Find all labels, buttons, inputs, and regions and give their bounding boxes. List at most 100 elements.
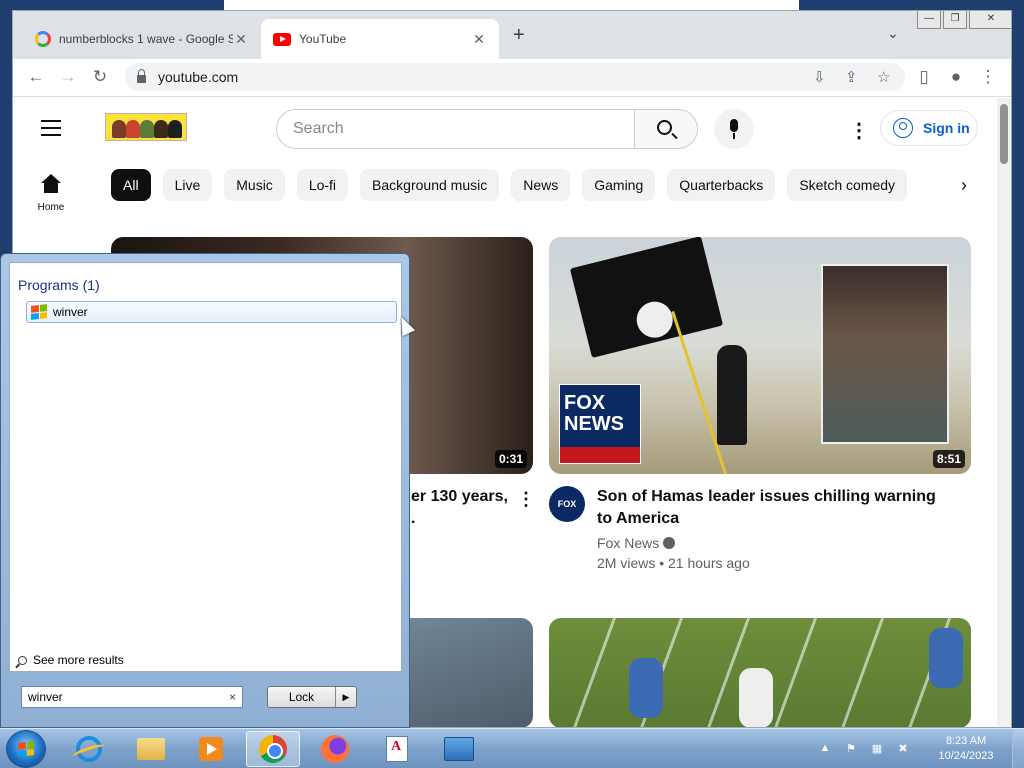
clock[interactable]: 8:23 AM 10/24/2023 xyxy=(920,734,1012,764)
video-thumbnail[interactable]: FOX NEWS 8:51 xyxy=(549,237,971,474)
windows-icon xyxy=(18,741,34,757)
channel-name-label: Fox News xyxy=(597,535,660,551)
tab-search-chevron-icon[interactable]: ⌄ xyxy=(887,25,899,42)
youtube-icon xyxy=(273,32,291,46)
video-thumbnail[interactable] xyxy=(549,618,971,727)
lock-icon xyxy=(137,69,146,83)
chip-news[interactable]: News xyxy=(511,169,571,201)
chrome-menu-icon[interactable]: ⋮ xyxy=(977,67,999,87)
chevron-right-icon[interactable]: › xyxy=(961,175,967,196)
video-menu-icon[interactable]: ⋮ xyxy=(517,489,535,510)
bookmark-star-icon[interactable]: ☆ xyxy=(877,68,890,86)
firefox-icon xyxy=(321,735,349,763)
media-player-icon xyxy=(199,737,223,761)
video-title-line2: . xyxy=(411,510,416,527)
taskbar-firefox[interactable] xyxy=(308,731,362,767)
volume-muted-icon[interactable]: ✖ xyxy=(894,742,912,756)
start-button[interactable] xyxy=(6,730,46,768)
tab-close-icon[interactable]: ✕ xyxy=(233,31,249,48)
tab-title: numberblocks 1 wave - Google S xyxy=(59,32,233,46)
tab-google-search[interactable]: numberblocks 1 wave - Google S ✕ xyxy=(23,19,261,59)
show-desktop-button[interactable] xyxy=(1012,729,1024,768)
fox-news-logo: FOX NEWS xyxy=(559,384,641,464)
control-panel-icon xyxy=(444,737,474,761)
video-title[interactable]: er 130 years, xyxy=(411,486,521,508)
sidebar-item-home[interactable]: Home xyxy=(31,174,71,213)
clock-date: 10/24/2023 xyxy=(938,750,994,762)
see-more-label: See more results xyxy=(33,653,124,667)
taskbar: ▲ ⚑ ▦ ✖ 8:23 AM 10/24/2023 xyxy=(0,728,1024,768)
clock-time: 8:23 AM xyxy=(945,735,987,747)
start-search-input[interactable]: winver × xyxy=(21,686,243,708)
show-hidden-icons-arrow[interactable]: ▲ xyxy=(816,742,834,756)
chip-sketch-comedy[interactable]: Sketch comedy xyxy=(787,169,908,201)
tab-title: YouTube xyxy=(299,32,347,46)
inset-portrait xyxy=(821,264,949,444)
search-input[interactable]: Search xyxy=(276,109,635,149)
chip-lofi[interactable]: Lo-fi xyxy=(296,169,349,201)
chip-music[interactable]: Music xyxy=(224,169,285,201)
chip-live[interactable]: Live xyxy=(162,169,213,201)
channel-avatar[interactable]: FOX NEWS xyxy=(549,486,585,545)
close-window-button[interactable]: ✕ xyxy=(969,11,1011,29)
wordpad-icon xyxy=(386,736,408,762)
taskbar-windows-explorer[interactable] xyxy=(124,731,178,767)
taskbar-control-panel[interactable] xyxy=(432,731,486,767)
taskbar-chrome[interactable] xyxy=(246,731,300,767)
side-panel-icon[interactable]: ▯ xyxy=(913,67,935,87)
reload-icon[interactable]: ↻ xyxy=(89,67,111,87)
video-meta: 2M views • 21 hours ago xyxy=(597,555,750,571)
sidebar-home-label: Home xyxy=(37,202,65,213)
settings-more-icon[interactable]: ⋮ xyxy=(849,118,869,143)
system-tray: ▲ ⚑ ▦ ✖ 8:23 AM 10/24/2023 xyxy=(816,729,1024,768)
window-controls: — ❐ ✕ xyxy=(917,11,1011,29)
duration-badge: 8:51 xyxy=(932,450,965,468)
search-result-winver[interactable]: winver xyxy=(26,301,397,323)
microphone-icon xyxy=(730,119,738,132)
minimize-button[interactable]: — xyxy=(917,11,941,29)
taskbar-wordpad[interactable] xyxy=(370,731,424,767)
folder-icon xyxy=(137,738,165,760)
sign-in-button[interactable]: Sign in xyxy=(880,110,978,146)
chip-all[interactable]: All xyxy=(111,169,151,201)
voice-search-button[interactable] xyxy=(714,109,754,149)
profile-avatar-icon[interactable]: ● xyxy=(945,67,967,87)
taskbar-internet-explorer[interactable] xyxy=(62,731,116,767)
clear-search-icon[interactable]: × xyxy=(229,690,236,704)
video-title[interactable]: Son of Hamas leader issues chilling warn… xyxy=(597,486,947,530)
chip-background-music[interactable]: Background music xyxy=(360,169,500,201)
start-menu: Programs (1) winver See more results win… xyxy=(0,253,410,728)
back-arrow-icon[interactable]: ← xyxy=(25,67,47,87)
flag-graphic xyxy=(569,237,724,358)
lock-button[interactable]: Lock xyxy=(268,687,336,707)
browser-toolbar: ← → ↻ youtube.com ⇩ ⇪ ☆ ▯ ● ⋮ xyxy=(13,59,1011,97)
search-icon xyxy=(657,120,672,135)
share-icon[interactable]: ⇪ xyxy=(845,68,858,86)
chip-quarterbacks[interactable]: Quarterbacks xyxy=(667,169,776,201)
power-button-group: Lock ▶ xyxy=(267,686,357,708)
network-icon[interactable]: ▦ xyxy=(868,742,886,756)
restore-button[interactable]: ❐ xyxy=(943,11,967,29)
tab-close-icon[interactable]: ✕ xyxy=(471,31,487,48)
taskbar-media-player[interactable] xyxy=(184,731,238,767)
tab-youtube[interactable]: YouTube ✕ xyxy=(261,19,499,59)
new-tab-button[interactable]: + xyxy=(513,24,525,47)
scrollbar-thumb[interactable] xyxy=(1000,104,1008,164)
power-options-arrow-icon[interactable]: ▶ xyxy=(336,687,356,707)
search-button[interactable] xyxy=(634,109,698,149)
channel-name[interactable]: Fox News xyxy=(597,533,676,553)
programs-heading: Programs (1) xyxy=(18,277,100,293)
address-bar[interactable]: youtube.com ⇩ ⇪ ☆ xyxy=(125,63,905,91)
action-center-flag-icon[interactable]: ⚑ xyxy=(842,742,860,756)
forward-arrow-icon[interactable]: → xyxy=(57,67,79,87)
chip-gaming[interactable]: Gaming xyxy=(582,169,656,201)
install-icon[interactable]: ⇩ xyxy=(813,68,826,86)
account-icon xyxy=(893,118,913,138)
hamburger-menu-icon[interactable] xyxy=(41,120,61,141)
internet-explorer-icon xyxy=(76,736,102,762)
see-more-results-link[interactable]: See more results xyxy=(18,653,124,667)
youtube-doodle-logo[interactable] xyxy=(105,113,187,141)
page-scrollbar[interactable] xyxy=(997,98,1011,727)
search-icon xyxy=(18,655,27,665)
result-label: winver xyxy=(53,305,88,319)
